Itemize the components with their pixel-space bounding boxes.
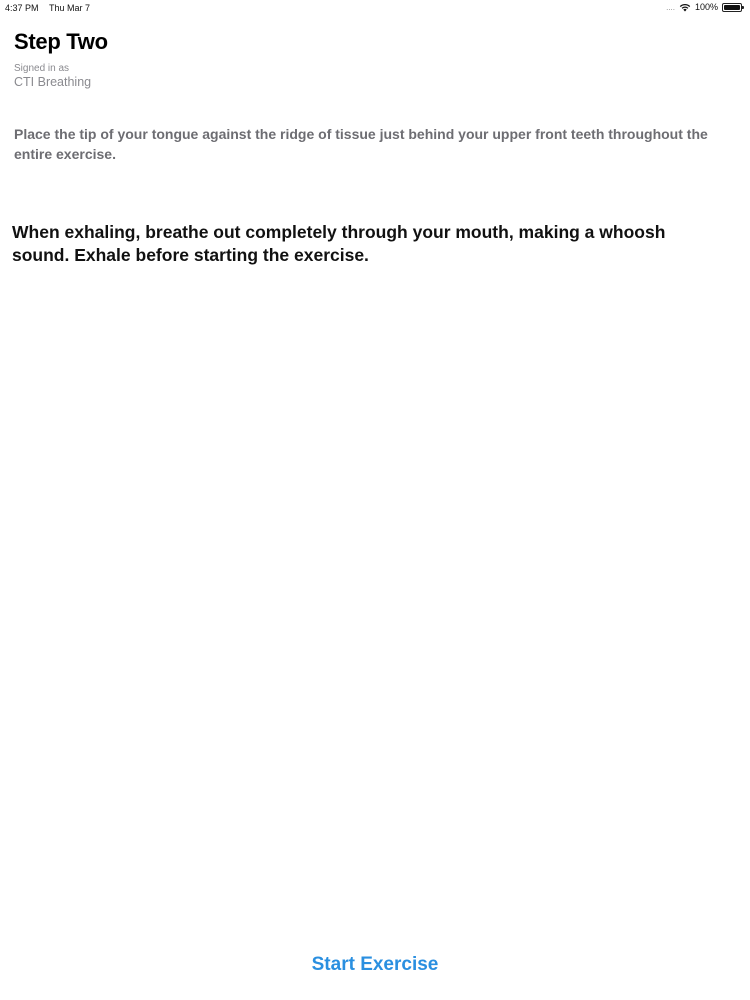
battery-fill (724, 4, 740, 10)
status-bar: 4:37 PM Thu Mar 7 .... 100% (0, 0, 750, 16)
status-left: 4:37 PM Thu Mar 7 (5, 3, 90, 13)
status-right: .... 100% (666, 2, 744, 12)
battery-icon (722, 2, 744, 12)
cellular-signal-icon: .... (666, 2, 675, 12)
signed-in-user: CTI Breathing (14, 75, 92, 89)
status-date: Thu Mar 7 (49, 3, 91, 13)
wifi-icon (679, 3, 691, 12)
exhale-instruction: When exhaling, breathe out completely th… (12, 222, 666, 265)
signed-in-label: Signed in as (14, 63, 70, 74)
start-exercise-button[interactable]: Start Exercise (275, 950, 475, 980)
status-time: 4:37 PM (5, 3, 39, 13)
battery-percent: 100% (694, 2, 718, 12)
page-title: Step Two (14, 29, 108, 54)
tongue-instruction: Place the tip of your tongue against the… (14, 126, 708, 162)
screen: 4:37 PM Thu Mar 7 .... 100% Step Two Sig… (0, 0, 750, 1000)
